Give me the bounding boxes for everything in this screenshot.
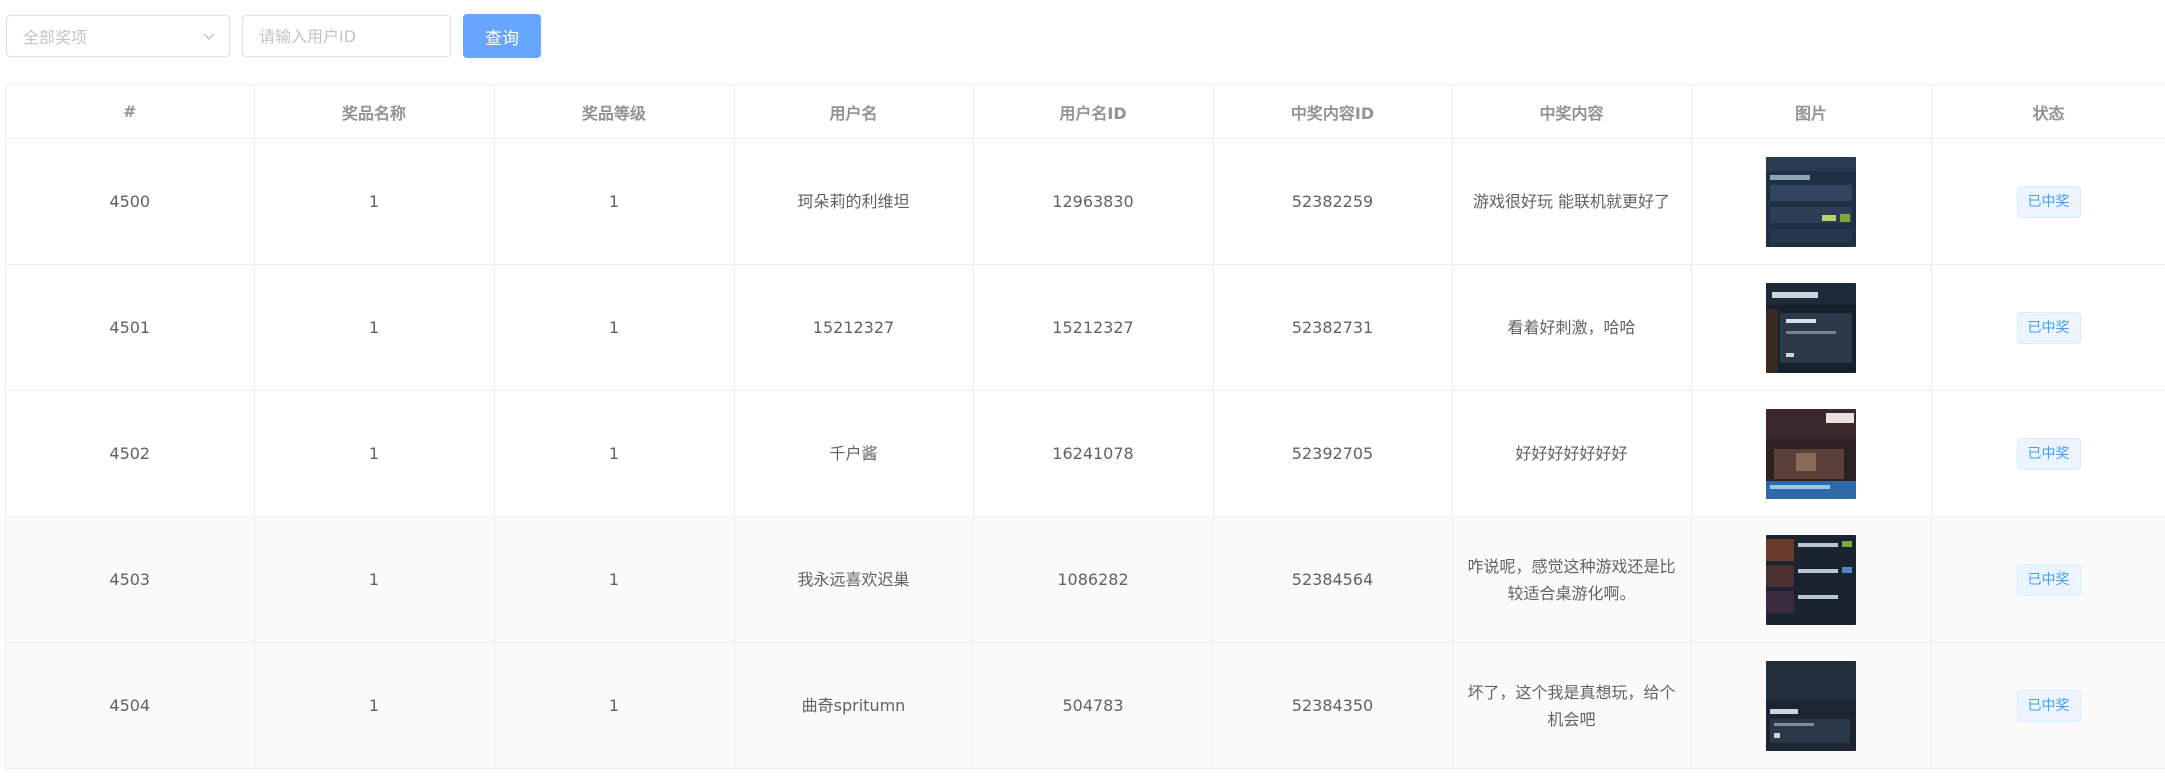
cell-username: 珂朵莉的利维坦 — [734, 138, 974, 265]
table-row: 4503 1 1 我永远喜欢迟巢 1086282 52384564 咋说呢，感觉… — [6, 516, 2165, 643]
cell-status: 已中奖 — [1931, 642, 2165, 769]
cell-user-id: 15212327 — [973, 264, 1214, 391]
cell-prize-level: 1 — [494, 516, 735, 643]
header-index: # — [6, 85, 255, 139]
cell-status: 已中奖 — [1931, 516, 2165, 643]
cell-username: 15212327 — [734, 264, 974, 391]
cell-user-id: 16241078 — [973, 390, 1214, 517]
cell-index: 4502 — [6, 390, 255, 517]
cell-user-id: 1086282 — [973, 516, 1214, 643]
filter-toolbar: 全部奖项 查询 — [6, 14, 541, 58]
header-prize-name: 奖品名称 — [254, 85, 495, 139]
cell-content-id: 52384350 — [1213, 642, 1453, 769]
cell-image — [1691, 390, 1932, 517]
game-screenshot-thumbnail[interactable] — [1766, 156, 1856, 247]
status-badge: 已中奖 — [2016, 437, 2081, 470]
cell-content-id: 52382731 — [1213, 264, 1453, 391]
cell-image — [1691, 642, 1932, 769]
game-screenshot-thumbnail[interactable] — [1766, 534, 1856, 625]
header-user-id: 用户名ID — [973, 85, 1214, 139]
cell-index: 4501 — [6, 264, 255, 391]
status-badge: 已中奖 — [2016, 689, 2081, 722]
table-row: 4501 1 1 15212327 15212327 52382731 看着好刺… — [6, 264, 2165, 391]
game-screenshot-thumbnail[interactable] — [1766, 282, 1856, 373]
header-username: 用户名 — [734, 85, 974, 139]
prize-filter-select[interactable]: 全部奖项 — [6, 15, 230, 57]
cell-content: 好好好好好好好 — [1452, 390, 1692, 517]
cell-prize-name: 1 — [254, 264, 495, 391]
cell-user-id: 504783 — [973, 642, 1214, 769]
cell-prize-name: 1 — [254, 642, 495, 769]
status-badge: 已中奖 — [2016, 563, 2081, 596]
header-content-id: 中奖内容ID — [1213, 85, 1453, 139]
game-screenshot-thumbnail[interactable] — [1766, 408, 1856, 499]
query-button[interactable]: 查询 — [463, 14, 541, 58]
cell-content: 游戏很好玩 能联机就更好了 — [1452, 138, 1692, 265]
cell-index: 4504 — [6, 642, 255, 769]
cell-prize-name: 1 — [254, 390, 495, 517]
game-screenshot-thumbnail[interactable] — [1766, 660, 1856, 751]
table-row: 4504 1 1 曲奇spritumn 504783 52384350 坏了，这… — [6, 642, 2165, 769]
chevron-down-icon — [201, 28, 217, 44]
cell-username: 千户酱 — [734, 390, 974, 517]
cell-prize-level: 1 — [494, 390, 735, 517]
cell-content: 看着好刺激，哈哈 — [1452, 264, 1692, 391]
cell-index: 4500 — [6, 138, 255, 265]
cell-prize-name: 1 — [254, 516, 495, 643]
header-content: 中奖内容 — [1452, 85, 1692, 139]
cell-status: 已中奖 — [1931, 390, 2165, 517]
cell-index: 4503 — [6, 516, 255, 643]
table-header-row: # 奖品名称 奖品等级 用户名 用户名ID 中奖内容ID 中奖内容 图片 状态 — [6, 85, 2165, 139]
cell-content-id: 52392705 — [1213, 390, 1453, 517]
header-prize-level: 奖品等级 — [494, 85, 735, 139]
cell-username: 曲奇spritumn — [734, 642, 974, 769]
table-row: 4502 1 1 千户酱 16241078 52392705 好好好好好好好 已… — [6, 390, 2165, 517]
status-badge: 已中奖 — [2016, 185, 2081, 218]
cell-username: 我永远喜欢迟巢 — [734, 516, 974, 643]
cell-image — [1691, 516, 1932, 643]
user-id-input[interactable] — [242, 15, 451, 57]
cell-status: 已中奖 — [1931, 264, 2165, 391]
cell-content: 坏了，这个我是真想玩，给个机会吧 — [1452, 642, 1692, 769]
cell-image — [1691, 138, 1932, 265]
prize-filter-value: 全部奖项 — [23, 28, 88, 47]
cell-content-id: 52382259 — [1213, 138, 1453, 265]
cell-content-id: 52384564 — [1213, 516, 1453, 643]
cell-status: 已中奖 — [1931, 138, 2165, 265]
cell-prize-level: 1 — [494, 264, 735, 391]
cell-content: 咋说呢，感觉这种游戏还是比较适合桌游化啊。 — [1452, 516, 1692, 643]
header-status: 状态 — [1931, 85, 2165, 139]
cell-prize-name: 1 — [254, 138, 495, 265]
cell-prize-level: 1 — [494, 642, 735, 769]
table-row: 4500 1 1 珂朵莉的利维坦 12963830 52382259 游戏很好玩… — [6, 138, 2165, 265]
cell-prize-level: 1 — [494, 138, 735, 265]
cell-user-id: 12963830 — [973, 138, 1214, 265]
winners-table: # 奖品名称 奖品等级 用户名 用户名ID 中奖内容ID 中奖内容 图片 状态 … — [5, 84, 2165, 769]
cell-image — [1691, 264, 1932, 391]
status-badge: 已中奖 — [2016, 311, 2081, 344]
header-image: 图片 — [1691, 85, 1932, 139]
